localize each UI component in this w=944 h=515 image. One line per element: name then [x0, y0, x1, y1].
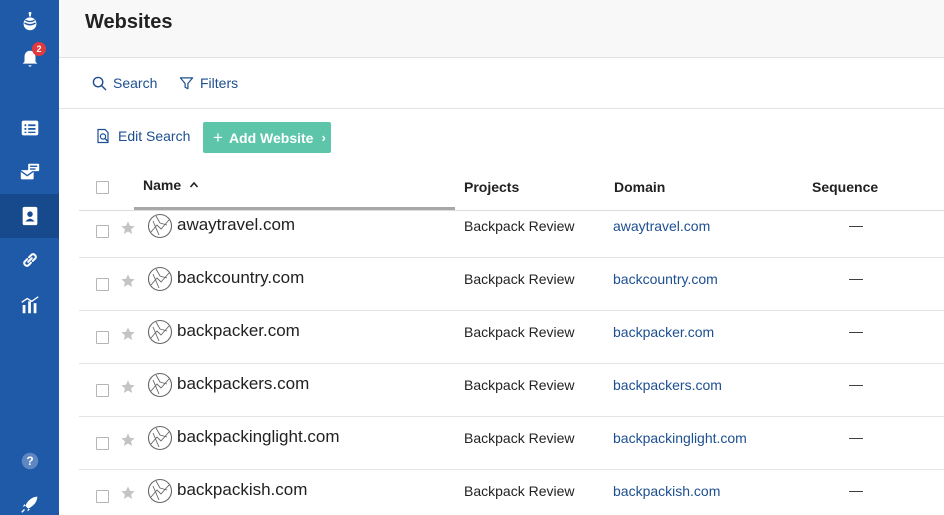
- column-header-name[interactable]: Name: [143, 177, 199, 193]
- select-all-checkbox[interactable]: [96, 181, 109, 194]
- notifications-button[interactable]: 2: [0, 37, 59, 81]
- globe-icon: [147, 478, 173, 504]
- notification-badge: 2: [32, 42, 46, 56]
- sidebar-item-outreach[interactable]: [0, 150, 59, 194]
- table-row[interactable]: backpacker.com Backpack Review backpacke…: [79, 311, 944, 364]
- website-name[interactable]: backcountry.com: [177, 268, 304, 288]
- filter-icon: [179, 76, 194, 89]
- sidebar-item-links[interactable]: [0, 238, 59, 282]
- globe-icon: [147, 372, 173, 398]
- sequence-value: —: [849, 482, 863, 498]
- filters-button[interactable]: Filters: [179, 75, 238, 91]
- row-checkbox[interactable]: [96, 490, 109, 503]
- row-checkbox[interactable]: [96, 278, 109, 291]
- search-label: Search: [113, 75, 158, 91]
- edit-search-label: Edit Search: [118, 128, 191, 144]
- rocket-icon: [20, 496, 37, 513]
- globe-icon: [147, 213, 173, 239]
- sequence-value: —: [849, 217, 863, 233]
- help-icon: ?: [21, 452, 38, 470]
- sequence-value: —: [849, 323, 863, 339]
- table-row[interactable]: backpackinglight.com Backpack Review bac…: [79, 417, 944, 470]
- star-icon[interactable]: [120, 485, 136, 501]
- row-checkbox[interactable]: [96, 331, 109, 344]
- row-checkbox[interactable]: [96, 225, 109, 238]
- search-toolbar: Search Filters: [59, 58, 944, 109]
- sort-ascending-icon: [189, 181, 199, 188]
- document-search-icon: [97, 128, 109, 144]
- logo-icon: [23, 11, 36, 31]
- sequence-value: —: [849, 429, 863, 445]
- website-name[interactable]: awaytravel.com: [177, 215, 295, 235]
- column-header-domain[interactable]: Domain: [614, 179, 665, 195]
- launch-button[interactable]: [0, 482, 59, 515]
- sidebar-item-lists[interactable]: [0, 106, 59, 150]
- sequence-value: —: [849, 376, 863, 392]
- actions-bar: Edit Search + Add Website ›: [59, 110, 944, 165]
- list-icon: [21, 120, 38, 136]
- project-name: Backpack Review: [464, 483, 575, 499]
- app: 2 ? Websites Search Filters Edit Search …: [0, 0, 944, 515]
- project-name: Backpack Review: [464, 430, 575, 446]
- project-name: Backpack Review: [464, 218, 575, 234]
- link-icon: [22, 253, 37, 267]
- sidebar: 2 ?: [0, 0, 59, 515]
- contact-book-icon: [22, 206, 37, 226]
- project-name: Backpack Review: [464, 377, 575, 393]
- table-row[interactable]: backpackish.com Backpack Review backpack…: [79, 470, 944, 515]
- star-icon[interactable]: [120, 379, 136, 395]
- mailbox-icon: [19, 163, 39, 180]
- page-title: Websites: [85, 11, 173, 33]
- add-website-button[interactable]: + Add Website ›: [203, 122, 331, 153]
- sidebar-item-websites[interactable]: [0, 194, 59, 238]
- website-name[interactable]: backpacker.com: [177, 321, 300, 341]
- globe-icon: [147, 266, 173, 292]
- project-name: Backpack Review: [464, 271, 575, 287]
- star-icon[interactable]: [120, 273, 136, 289]
- star-icon[interactable]: [120, 326, 136, 342]
- filters-label: Filters: [200, 75, 239, 91]
- star-icon[interactable]: [120, 220, 136, 236]
- domain-link[interactable]: backpackish.com: [613, 483, 720, 499]
- table-row[interactable]: backpackers.com Backpack Review backpack…: [79, 364, 944, 417]
- star-icon[interactable]: [120, 432, 136, 448]
- domain-link[interactable]: backcountry.com: [613, 271, 718, 287]
- add-website-label: Add Website: [228, 129, 314, 146]
- search-icon: [92, 76, 107, 90]
- help-button[interactable]: ?: [0, 439, 59, 483]
- plus-icon: +: [213, 128, 223, 147]
- column-header-projects[interactable]: Projects: [464, 179, 519, 195]
- website-name[interactable]: backpackish.com: [177, 480, 307, 500]
- sequence-value: —: [849, 270, 863, 286]
- page-header: Websites: [59, 0, 944, 58]
- globe-icon: [147, 425, 173, 451]
- chart-icon: [20, 296, 39, 314]
- edit-search-button[interactable]: Edit Search: [95, 128, 190, 144]
- globe-icon: [147, 319, 173, 345]
- domain-link[interactable]: awaytravel.com: [613, 218, 710, 234]
- table-row[interactable]: awaytravel.com Backpack Review awaytrave…: [79, 205, 944, 258]
- domain-link[interactable]: backpacker.com: [613, 324, 714, 340]
- row-checkbox[interactable]: [96, 437, 109, 450]
- column-name-label: Name: [143, 177, 182, 193]
- row-checkbox[interactable]: [96, 384, 109, 397]
- project-name: Backpack Review: [464, 324, 575, 340]
- table-row[interactable]: backcountry.com Backpack Review backcoun…: [79, 258, 944, 311]
- domain-link[interactable]: backpackers.com: [613, 377, 722, 393]
- website-name[interactable]: backpackers.com: [177, 374, 309, 394]
- domain-link[interactable]: backpackinglight.com: [613, 430, 747, 446]
- svg-text:?: ?: [26, 454, 33, 468]
- search-button[interactable]: Search: [92, 75, 157, 91]
- website-name[interactable]: backpackinglight.com: [177, 427, 340, 447]
- chevron-right-icon: ›: [321, 130, 326, 145]
- sidebar-item-reports[interactable]: [0, 283, 59, 327]
- column-header-sequence[interactable]: Sequence: [812, 179, 878, 195]
